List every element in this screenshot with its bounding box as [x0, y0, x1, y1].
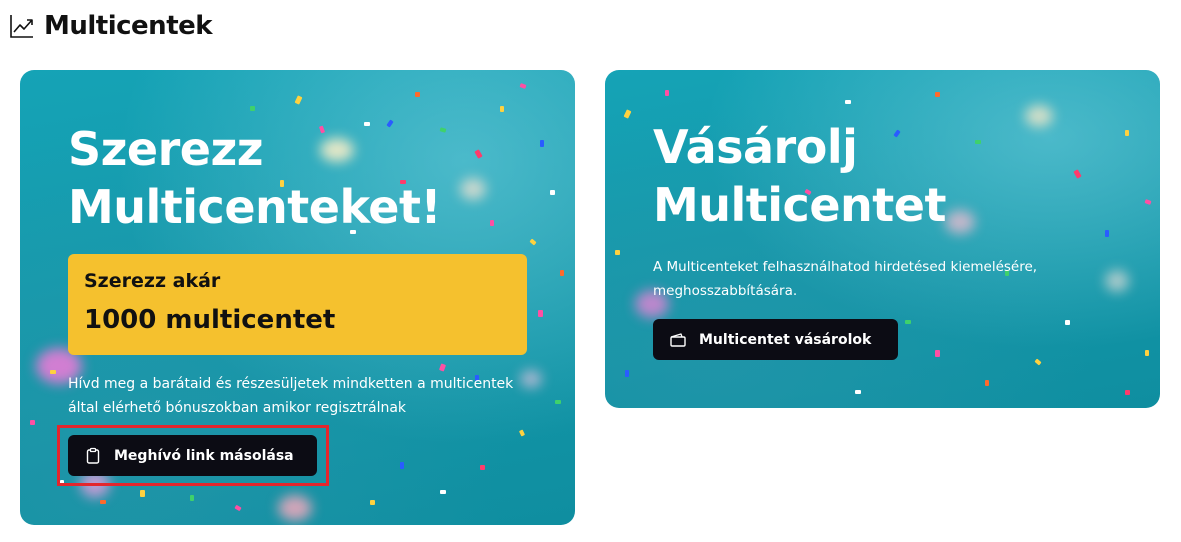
promo-line1: Szerezz akár [84, 270, 221, 292]
earn-card-title-line1: Szerezz [68, 122, 264, 176]
buy-card-title-line1: Vásárolj [653, 120, 858, 174]
earn-card-description: Hívd meg a barátaid és részesüljetek min… [68, 376, 514, 416]
buy-card-title: Vásárolj Multicentet [653, 118, 1133, 234]
copy-invite-link-button[interactable]: Meghívó link másolása [68, 435, 317, 476]
clipboard-icon [84, 447, 102, 465]
trending-up-icon [8, 12, 36, 40]
buy-multicents-button[interactable]: Multicentet vásárolok [653, 319, 898, 360]
promo-box: Szerezz akár 1000 multicentet [68, 254, 527, 355]
page-title: Multicentek [44, 11, 213, 41]
earn-multicents-card: Szerezz Multicenteket! Szerezz akár 1000… [20, 70, 575, 525]
earn-card-title-line2: Multicenteket! [68, 180, 441, 234]
earn-card-title: Szerezz Multicenteket! [68, 120, 548, 236]
wallet-icon [669, 331, 687, 349]
buy-card-title-line2: Multicentet [653, 178, 946, 232]
buy-multicents-label: Multicentet vásárolok [699, 331, 872, 348]
buy-multicents-card: Vásárolj Multicentet A Multicenteket fel… [605, 70, 1160, 408]
page-header: Multicentek [8, 8, 213, 44]
promo-line2: 1000 multicentet [84, 305, 336, 335]
buy-card-description: A Multicenteket felhasználhatod hirdetés… [653, 259, 1038, 299]
copy-invite-link-label: Meghívó link másolása [114, 447, 294, 464]
